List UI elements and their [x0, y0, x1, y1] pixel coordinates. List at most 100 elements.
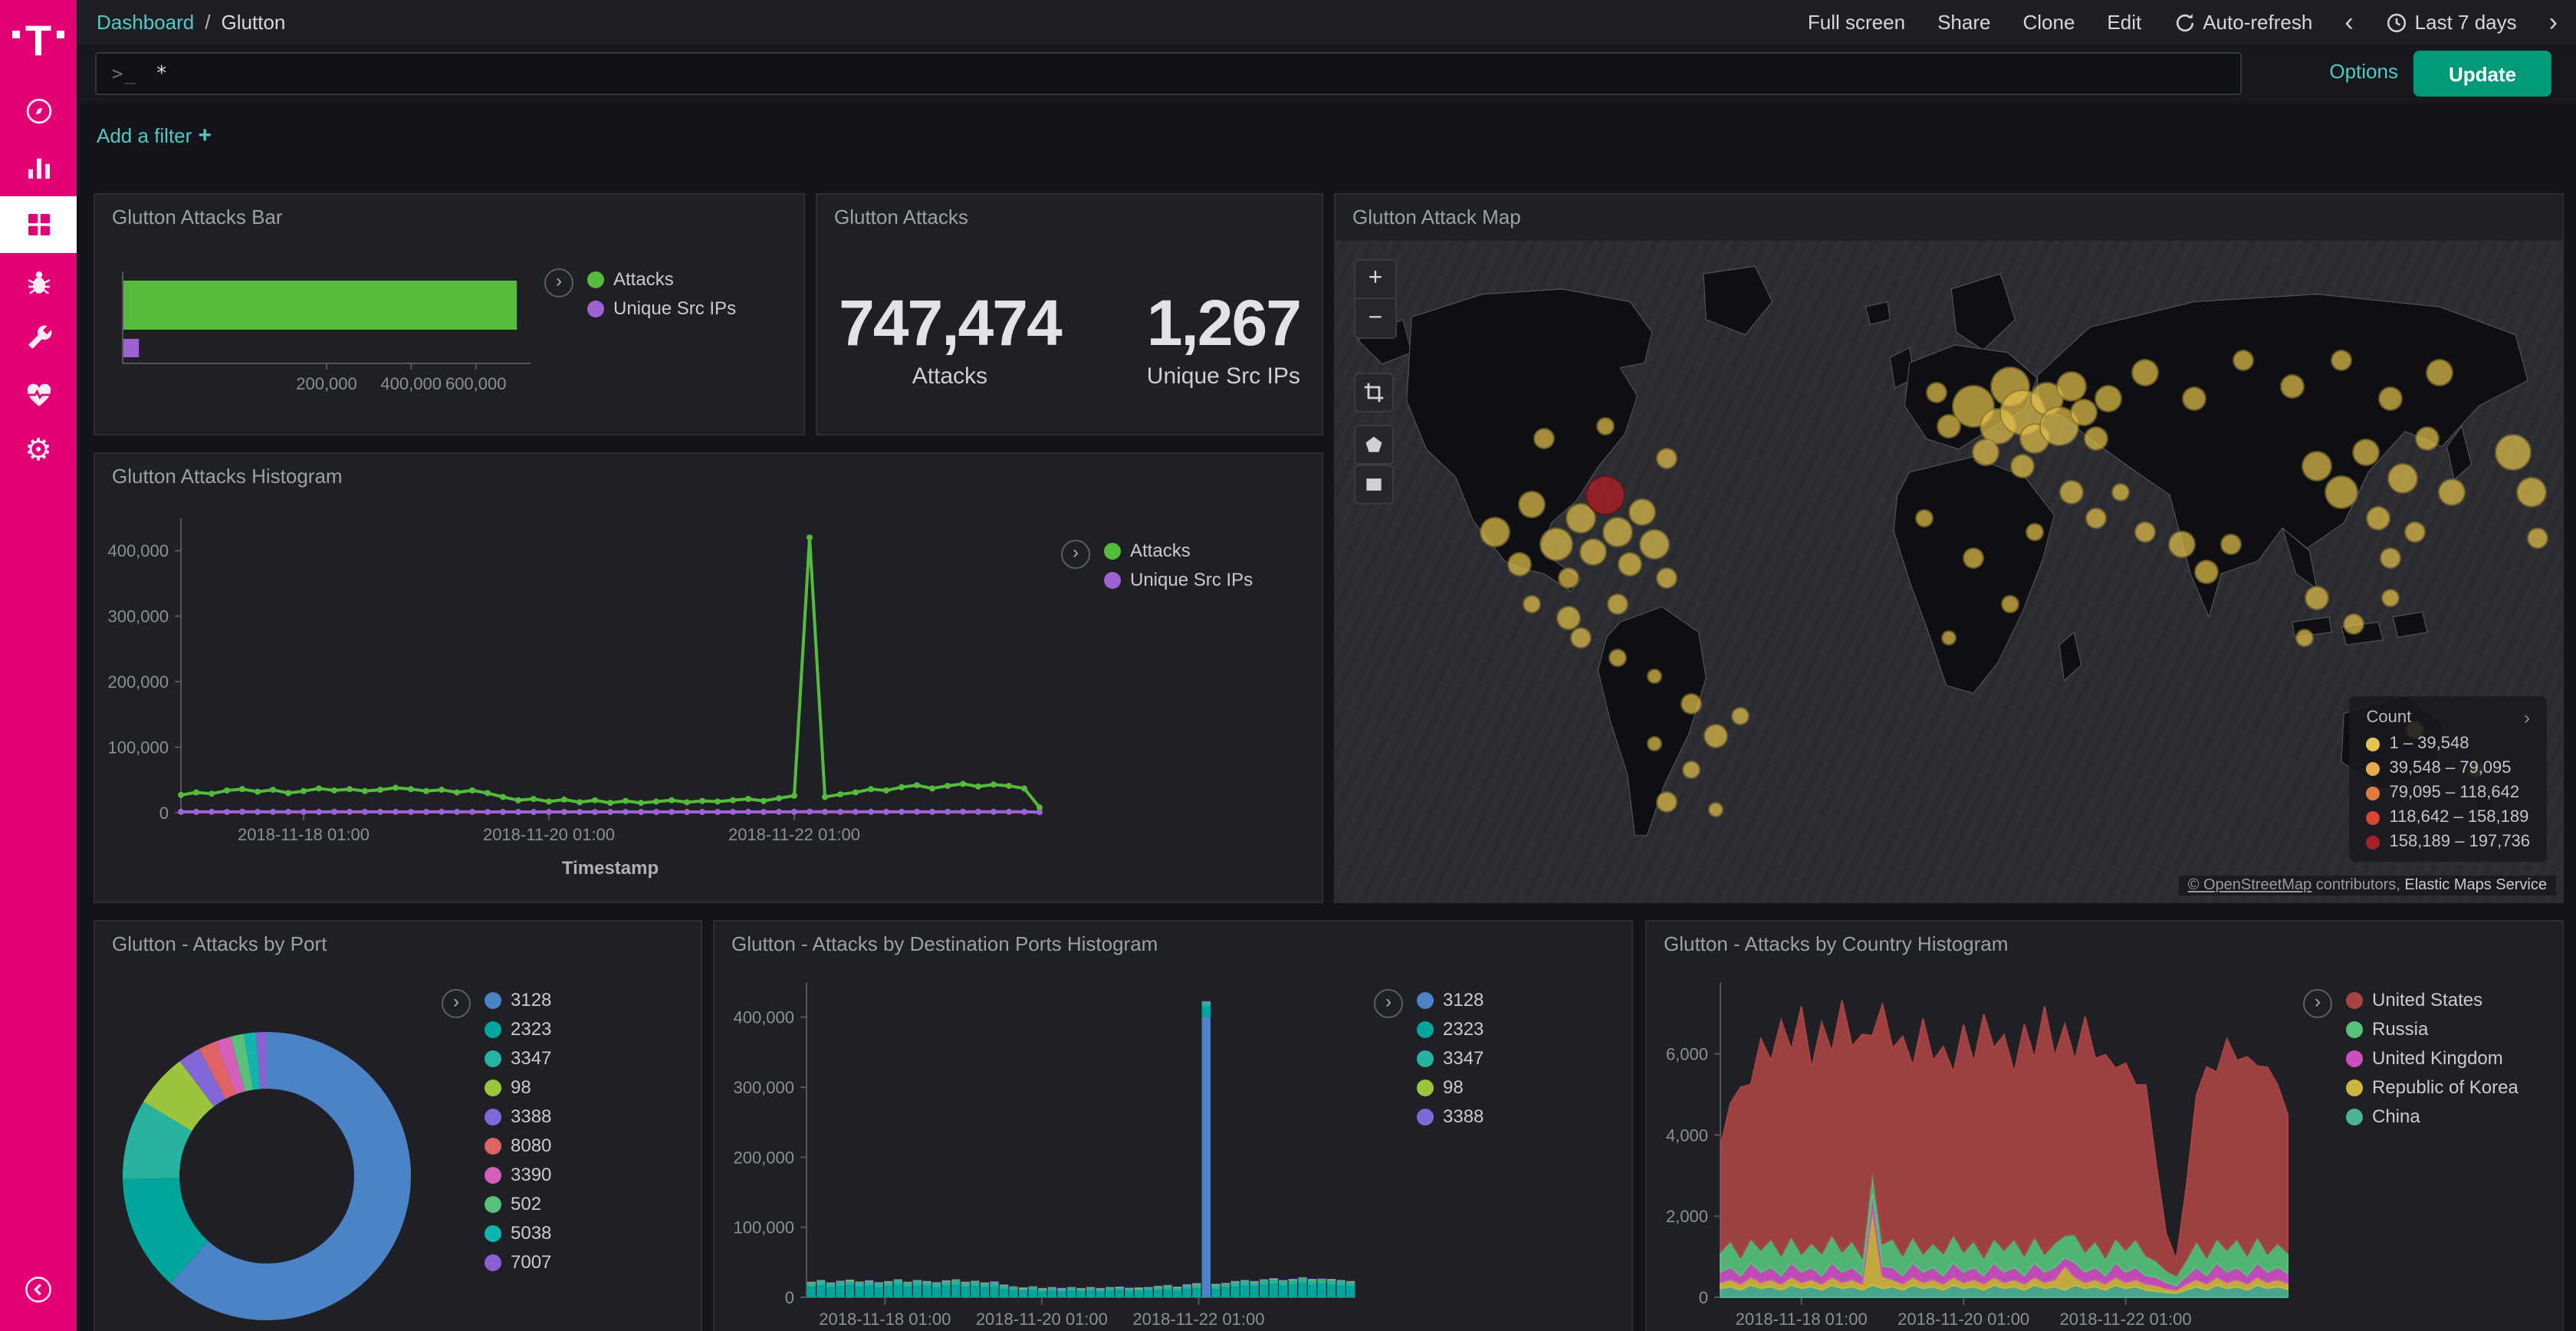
- sidebar-item-discover[interactable]: [0, 83, 77, 140]
- sidebar-item-monitoring[interactable]: [0, 366, 77, 423]
- map-bubble[interactable]: [1607, 593, 1628, 615]
- full-screen-button[interactable]: Full screen: [1808, 11, 1905, 34]
- map-bubble[interactable]: [1647, 669, 1662, 685]
- legend-item[interactable]: Attacks: [1104, 540, 1253, 561]
- map-bubble[interactable]: [1596, 416, 1615, 435]
- add-filter-button[interactable]: Add a filter+: [97, 123, 212, 149]
- legend-toggle-button[interactable]: ›: [1061, 540, 1090, 569]
- map-bubble[interactable]: [1533, 429, 1555, 450]
- map-bubble[interactable]: [1915, 509, 1934, 527]
- draw-polygon-tool-button[interactable]: [1354, 425, 1394, 465]
- map-bubble[interactable]: [1558, 567, 1579, 589]
- elastic-maps-service-link[interactable]: Elastic Maps Service: [2404, 877, 2547, 894]
- map-bubble[interactable]: [2233, 349, 2254, 370]
- legend-item[interactable]: 7007: [485, 1251, 551, 1273]
- map-bubble[interactable]: [2438, 478, 2466, 506]
- map-bubble[interactable]: [1639, 530, 1670, 560]
- map-bubble[interactable]: [2134, 521, 2156, 542]
- legend-item[interactable]: China: [2346, 1106, 2518, 1127]
- map-bubble[interactable]: [2516, 477, 2547, 508]
- edit-button[interactable]: Edit: [2107, 11, 2141, 34]
- legend-toggle-button[interactable]: ›: [544, 268, 573, 297]
- map-bubble[interactable]: [2001, 595, 2019, 613]
- map-bubble[interactable]: [2194, 559, 2219, 583]
- map-bubble[interactable]: [1507, 552, 1532, 577]
- update-button[interactable]: Update: [2413, 51, 2551, 97]
- sidebar-item-visualize[interactable]: [0, 140, 77, 196]
- map-bubble[interactable]: [2415, 427, 2440, 452]
- map-bubble[interactable]: [1585, 475, 1625, 515]
- legend-item[interactable]: 3347: [1417, 1047, 1484, 1069]
- map-bubble[interactable]: [1656, 792, 1677, 813]
- map-bubble[interactable]: [1972, 439, 1999, 466]
- map-bubble[interactable]: [1656, 448, 1677, 469]
- map-bubble[interactable]: [2302, 450, 2332, 481]
- attack-map[interactable]: + − Count › 1 – 39,54839,548 – 79,09579,…: [1336, 241, 2562, 902]
- map-bubble[interactable]: [1682, 761, 1700, 779]
- legend-item[interactable]: 98: [1417, 1076, 1484, 1098]
- time-back-button[interactable]: ‹: [2344, 9, 2353, 35]
- map-bubble[interactable]: [2026, 522, 2044, 541]
- map-bubble[interactable]: [2220, 534, 2242, 556]
- sidebar-item-sensors[interactable]: [0, 253, 77, 310]
- map-bubble[interactable]: [2059, 480, 2084, 504]
- time-range-button[interactable]: Last 7 days: [2386, 11, 2517, 34]
- map-bubble[interactable]: [1518, 491, 1546, 519]
- map-bubble[interactable]: [2378, 387, 2403, 412]
- legend-item[interactable]: 2323: [1417, 1018, 1484, 1040]
- sidebar-item-dev-tools[interactable]: [0, 310, 77, 366]
- legend-item[interactable]: United States: [2346, 989, 2518, 1011]
- map-bubble[interactable]: [1539, 528, 1573, 562]
- map-legend-toggle[interactable]: ›: [2524, 707, 2530, 728]
- map-bubble[interactable]: [2426, 359, 2453, 386]
- map-bubble[interactable]: [2111, 483, 2130, 501]
- map-bubble[interactable]: [2527, 527, 2548, 549]
- draw-rectangle-tool-button[interactable]: [1354, 465, 1394, 504]
- map-bubble[interactable]: [2131, 359, 2159, 386]
- map-bubble[interactable]: [2305, 585, 2329, 610]
- clone-button[interactable]: Clone: [2022, 11, 2075, 34]
- country-histogram-chart[interactable]: 02,0004,0006,0002018-11-18 01:002018-11-…: [1647, 968, 2306, 1331]
- legend-item[interactable]: 5038: [485, 1222, 551, 1244]
- dest-ports-histogram-chart[interactable]: 0100,000200,000300,000400,0002018-11-18 …: [715, 968, 1374, 1331]
- map-bubble[interactable]: [1656, 567, 1677, 589]
- legend-item[interactable]: United Kingdom: [2346, 1047, 2518, 1069]
- map-bubble[interactable]: [2084, 427, 2108, 452]
- map-bubble[interactable]: [2404, 521, 2426, 542]
- legend-item[interactable]: 3347: [485, 1047, 551, 1069]
- map-bubble[interactable]: [2070, 399, 2098, 426]
- legend-item[interactable]: 2323: [485, 1018, 551, 1040]
- map-bubble[interactable]: [2280, 374, 2305, 399]
- map-bubble[interactable]: [1570, 626, 1592, 648]
- map-bubble[interactable]: [1618, 552, 1642, 577]
- openstreetmap-link[interactable]: © OpenStreetMap: [2188, 877, 2312, 894]
- legend-item[interactable]: 8080: [485, 1135, 551, 1156]
- search-query-input[interactable]: >_ *: [95, 52, 2242, 95]
- map-bubble[interactable]: [2381, 588, 2400, 606]
- map-bubble[interactable]: [2352, 439, 2380, 466]
- sidebar-item-dashboard[interactable]: [0, 196, 77, 253]
- map-bubble[interactable]: [2085, 508, 2107, 529]
- map-bubble[interactable]: [2331, 349, 2352, 370]
- map-bubble[interactable]: [1963, 547, 1984, 569]
- zoom-out-button[interactable]: −: [1355, 299, 1395, 337]
- t-mobile-logo[interactable]: T: [0, 0, 77, 83]
- map-bubble[interactable]: [1937, 413, 1961, 438]
- map-bubble[interactable]: [1708, 801, 1723, 817]
- map-bubble[interactable]: [1579, 537, 1607, 565]
- map-bubble[interactable]: [1628, 498, 1656, 525]
- map-bubble[interactable]: [2343, 613, 2364, 635]
- map-bubble[interactable]: [1480, 516, 1510, 547]
- map-bubble[interactable]: [2380, 547, 2401, 569]
- map-bubble[interactable]: [2295, 628, 2314, 646]
- legend-item[interactable]: 502: [485, 1193, 551, 1214]
- sidebar-item-management[interactable]: ⚙: [0, 423, 77, 480]
- legend-item[interactable]: 3388: [1417, 1106, 1484, 1127]
- query-options-link[interactable]: Options: [2329, 60, 2398, 83]
- share-button[interactable]: Share: [1937, 11, 1990, 34]
- legend-item[interactable]: Attacks: [587, 268, 736, 290]
- breadcrumb-dashboard-link[interactable]: Dashboard: [97, 11, 194, 34]
- time-forward-button[interactable]: ›: [2549, 9, 2558, 35]
- legend-item[interactable]: Russia: [2346, 1018, 2518, 1040]
- legend-item[interactable]: Unique Src IPs: [1104, 569, 1253, 590]
